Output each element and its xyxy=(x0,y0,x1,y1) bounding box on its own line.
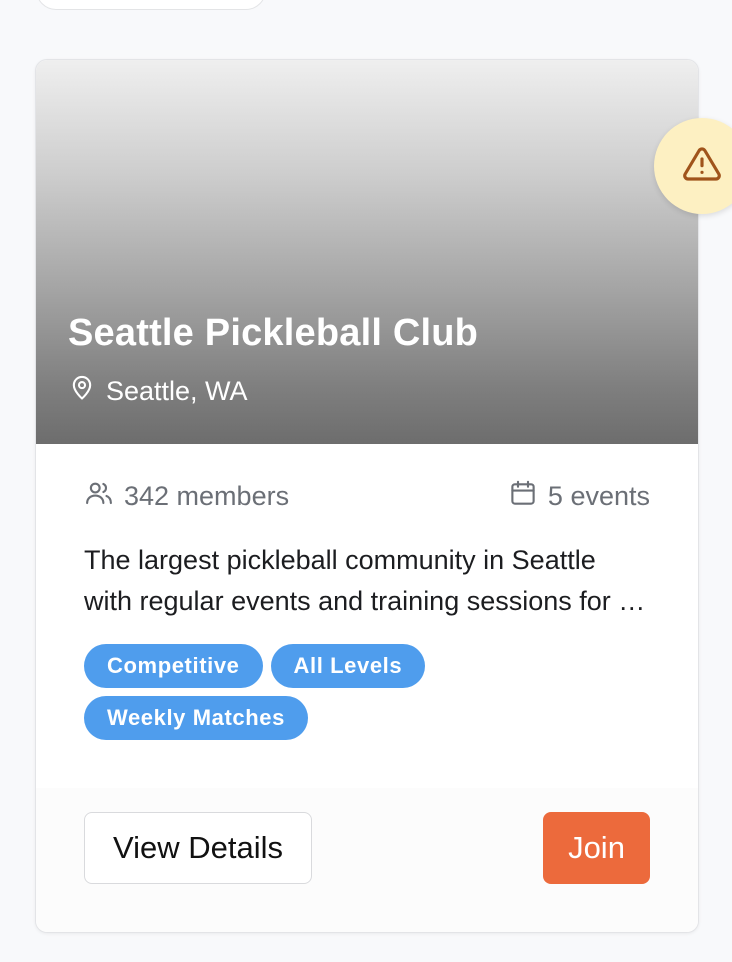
tag-competitive: Competitive xyxy=(84,644,263,688)
club-description: The largest pickleball community in Seat… xyxy=(84,545,646,616)
map-pin-icon xyxy=(68,374,96,409)
view-details-button[interactable]: View Details xyxy=(84,812,312,884)
club-hero-image: Seattle Pickleball Club Seattle, WA xyxy=(36,60,698,444)
top-pill-button[interactable] xyxy=(36,0,266,10)
alert-triangle-icon xyxy=(682,144,722,189)
club-stats: 342 members 5 events xyxy=(84,478,650,515)
events-stat: 5 events xyxy=(508,478,650,515)
users-icon xyxy=(84,478,114,515)
card-footer: View Details Join xyxy=(36,788,698,932)
events-count: 5 events xyxy=(547,481,650,511)
calendar-icon xyxy=(508,478,538,515)
join-button[interactable]: Join xyxy=(543,812,650,884)
club-tags: Competitive All Levels Weekly Matches xyxy=(84,644,498,740)
members-count: 342 members xyxy=(124,481,290,511)
club-card: Seattle Pickleball Club Seattle, WA 342 … xyxy=(35,59,699,933)
tag-all-levels: All Levels xyxy=(270,644,426,688)
club-location: Seattle, WA xyxy=(68,374,248,409)
tag-weekly-matches: Weekly Matches xyxy=(84,696,308,740)
club-title: Seattle Pickleball Club xyxy=(68,312,479,354)
members-stat: 342 members xyxy=(84,478,289,515)
club-location-text: Seattle, WA xyxy=(106,376,248,406)
